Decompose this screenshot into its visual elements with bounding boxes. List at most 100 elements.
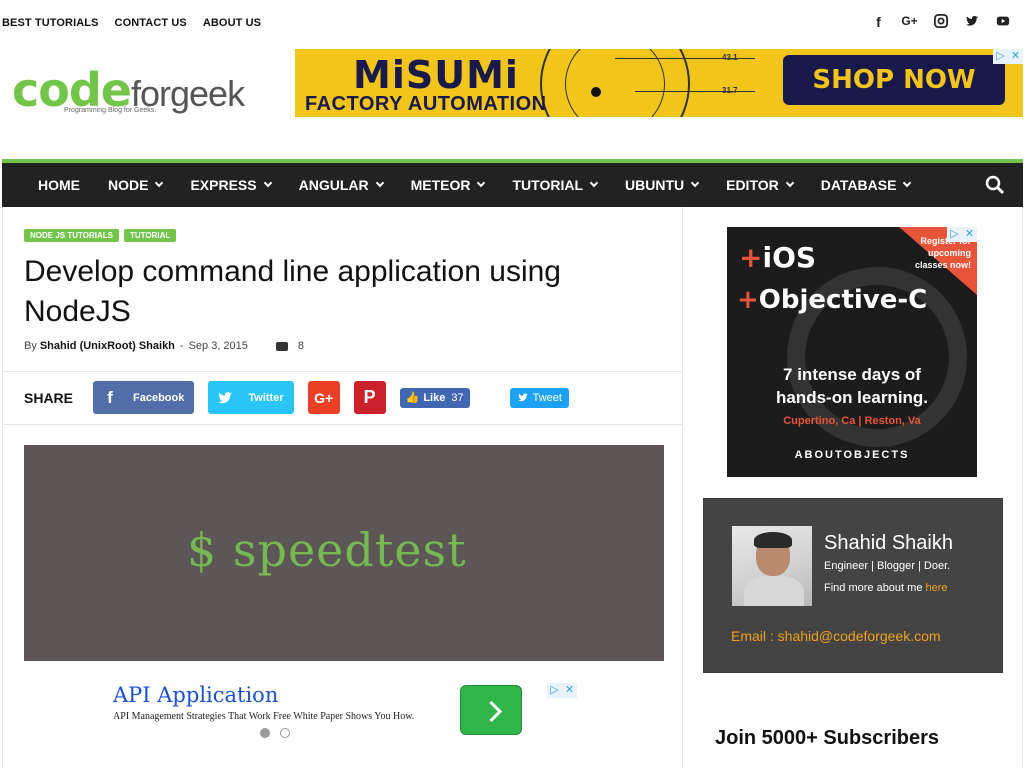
carousel-dot[interactable] [280, 728, 290, 738]
tweet-label: Tweet [532, 391, 562, 404]
facebook-icon: f [107, 387, 113, 407]
ad-info-icon[interactable]: ▷ [993, 49, 1008, 64]
comment-icon [275, 341, 288, 351]
ad-info-icon[interactable]: ▷ [947, 227, 962, 242]
top-link-best-tutorials[interactable]: BEST TUTORIALS [2, 17, 99, 29]
share-facebook-label: Facebook [133, 391, 185, 404]
chevron-down-icon [903, 178, 912, 188]
pinterest-icon: P [363, 387, 376, 407]
thumbs-up-icon: 👍 [405, 392, 420, 404]
category-tag-node-js[interactable]: NODE JS TUTORIALS [24, 229, 119, 242]
sidebar-ad[interactable]: Register for upcoming classes now! +iOS … [727, 227, 977, 477]
facebook-like-button[interactable]: 👍 Like 37 [399, 387, 470, 408]
nav-item-tutorial[interactable]: TUTORIAL [498, 163, 611, 207]
sidebar: Register for upcoming classes now! +iOS … [683, 207, 1023, 768]
share-pinterest-button[interactable]: P [353, 381, 386, 414]
comments-link[interactable]: 8 [275, 340, 305, 352]
header-ad-banner[interactable]: 43.1 31.7 MiSUMi FACTORY AUTOMATION SHOP… [295, 49, 1023, 117]
author-more: Find more about me here [824, 582, 948, 594]
top-link-about-us[interactable]: ABOUT US [203, 17, 261, 29]
nav-item-meteor[interactable]: METEOR [397, 163, 499, 207]
nav-item-node[interactable]: NODE [94, 163, 176, 207]
ad-close-icon[interactable]: ✕ [962, 227, 977, 242]
facebook-icon[interactable]: f [863, 14, 894, 32]
like-count: 37 [451, 391, 464, 404]
instagram-icon[interactable] [925, 14, 956, 32]
chevron-down-icon [690, 178, 700, 188]
site-logo[interactable]: codeforgeek Programming Blog for Geeks. [12, 62, 272, 126]
featured-image-text: $ speedtest [187, 523, 467, 577]
nav-item-editor[interactable]: EDITOR [712, 163, 807, 207]
post-title: Develop command line application using N… [24, 255, 561, 328]
chevron-down-icon [785, 178, 794, 188]
google-plus-icon[interactable]: G+ [894, 14, 925, 32]
ad-choices[interactable]: ▷ ✕ [947, 227, 977, 242]
nav-item-label: HOME [38, 177, 80, 193]
post-meta: By Shahid (UnixRoot) Shaikh - Sep 3, 201… [24, 340, 304, 352]
youtube-icon[interactable] [987, 14, 1018, 32]
chevron-down-icon [155, 178, 164, 188]
category-tag-tutorial[interactable]: TUTORIAL [123, 229, 177, 242]
like-label: Like [423, 391, 446, 404]
meta-separator: - [179, 340, 184, 352]
nav-item-label: EXPRESS [190, 177, 257, 193]
chevron-down-icon [477, 178, 486, 188]
ad-info-icon[interactable]: ▷ [547, 683, 562, 698]
ad-choices[interactable]: ▷ ✕ [547, 683, 577, 698]
main-nav: HOME NODE EXPRESS ANGULAR METEOR TUTORIAL UBUN… [2, 159, 1023, 207]
by-label: By [24, 340, 37, 352]
nav-item-label: TUTORIAL [512, 177, 583, 193]
share-facebook-button[interactable]: f Facebook [93, 381, 195, 414]
ad-line-days: 7 intense days of hands-on learning. [775, 365, 929, 407]
author-email[interactable]: Email : shahid@codeforgeek.com [731, 628, 941, 644]
share-bar: SHARE f Facebook Twitter G+ P 👍 Like 37 … [24, 381, 569, 414]
google-plus-icon: G+ [314, 389, 334, 406]
author-link[interactable]: Shahid (UnixRoot) Shaikh [40, 340, 175, 352]
ad-choices[interactable]: ▷ ✕ [993, 49, 1023, 64]
post-date: Sep 3, 2015 [188, 340, 248, 352]
ad-brand-aboutobjects: ABOUTOBJECTS [794, 449, 910, 461]
nav-item-label: UBUNTU [625, 177, 685, 193]
nav-item-express[interactable]: EXPRESS [176, 163, 284, 207]
subscribe-heading: Join 5000+ Subscribers [715, 727, 940, 749]
ad-gauge-inner [565, 49, 665, 117]
tweet-button[interactable]: Tweet [509, 387, 569, 408]
author-name: Shahid Shaikh [824, 532, 953, 554]
carousel-dots [260, 728, 290, 738]
share-google-plus-button[interactable]: G+ [307, 381, 340, 414]
nav-item-label: EDITOR [726, 177, 779, 193]
share-twitter-button[interactable]: Twitter [208, 381, 294, 414]
nav-list: HOME NODE EXPRESS ANGULAR METEOR TUTORIAL UBUN… [24, 163, 924, 207]
featured-image: $ speedtest [24, 445, 664, 661]
nav-item-ubuntu[interactable]: UBUNTU [611, 163, 712, 207]
author-here-link[interactable]: here [926, 582, 948, 594]
ad-line-ios: +iOS [739, 241, 817, 274]
carousel-dot[interactable] [260, 728, 270, 738]
author-role: Engineer | Blogger | Doer. [824, 560, 951, 572]
social-icons: f G+ [863, 14, 1018, 32]
share-twitter-label: Twitter [248, 391, 284, 404]
comment-count: 8 [297, 340, 305, 352]
top-links: BEST TUTORIALS CONTACT US ABOUT US [2, 17, 277, 29]
nav-item-home[interactable]: HOME [24, 163, 94, 207]
twitter-icon [208, 381, 242, 414]
twitter-icon[interactable] [956, 14, 987, 32]
logo-tagline: Programming Blog for Geeks. [64, 107, 157, 114]
chevron-down-icon [589, 178, 599, 188]
search-icon[interactable] [985, 175, 1005, 195]
nav-item-database[interactable]: DATABASE [807, 163, 925, 207]
inline-ad-arrow-button[interactable] [460, 685, 522, 735]
author-box: Shahid Shaikh Engineer | Blogger | Doer.… [703, 498, 1003, 673]
ad-measure-2: 31.7 [722, 86, 738, 95]
divider [3, 424, 682, 425]
ad-close-icon[interactable]: ✕ [562, 683, 577, 698]
inline-ad[interactable]: API Application API Management Strategie… [113, 683, 583, 753]
ad-line-locations: Cupertino, Ca | Reston, Va [783, 415, 921, 427]
nav-item-label: METEOR [410, 177, 471, 193]
ad-close-icon[interactable]: ✕ [1008, 49, 1023, 64]
ad-line-objc: +Objective-C [737, 285, 928, 315]
top-link-contact-us[interactable]: CONTACT US [115, 17, 187, 29]
nav-item-angular[interactable]: ANGULAR [285, 163, 397, 207]
share-label: SHARE [24, 389, 74, 406]
ad-shop-now-button[interactable]: SHOP NOW >>> [783, 55, 1005, 117]
